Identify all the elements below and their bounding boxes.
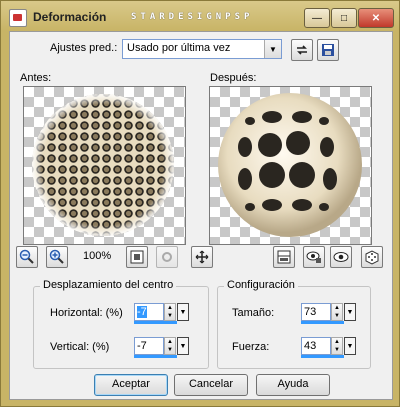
app-icon — [9, 9, 27, 27]
vertical-input[interactable]: -7 — [134, 337, 164, 355]
before-image — [32, 94, 174, 236]
preview-toggle-button[interactable] — [156, 246, 178, 268]
horizontal-label: Horizontal: (%) — [50, 307, 123, 319]
proof-button[interactable] — [330, 246, 352, 268]
presets-value: Usado por última vez — [127, 42, 231, 54]
size-range-bar — [301, 321, 344, 324]
size-input[interactable]: 73 — [301, 303, 331, 321]
zoom-in-icon — [49, 249, 64, 264]
size-slider-button[interactable]: ▼ — [344, 303, 356, 321]
minimize-button[interactable]: — — [304, 8, 330, 28]
chevron-down-icon[interactable]: ▼ — [264, 40, 281, 58]
window-title: Deformación — [33, 10, 107, 24]
layout-icon — [277, 250, 291, 264]
vertical-range-bar — [134, 355, 177, 358]
move-arrows-icon — [195, 250, 209, 264]
save-preset-button[interactable] — [317, 39, 339, 61]
zoom-out-icon — [19, 249, 34, 264]
ok-button[interactable]: Aceptar — [94, 374, 168, 396]
presets-label: Ajustes pred.: — [50, 42, 118, 54]
maximize-button[interactable]: □ — [331, 8, 357, 28]
configuration-title: Configuración — [224, 279, 298, 291]
horizontal-range-bar — [134, 321, 177, 324]
gear-icon — [162, 252, 172, 262]
strength-range-bar — [301, 355, 344, 358]
horizontal-spin-arrows[interactable]: ▲ ▼ — [164, 303, 176, 321]
title-bar[interactable]: Deformación STARDESIGNPSP — □ ✕ — [1, 1, 399, 31]
horizontal-slider-button[interactable]: ▼ — [177, 303, 189, 321]
before-label: Antes: — [20, 72, 52, 84]
presets-dropdown[interactable]: Usado por última vez ▼ — [122, 39, 282, 59]
size-spin-arrows[interactable]: ▲ ▼ — [331, 303, 343, 321]
strength-spin-arrows[interactable]: ▲ ▼ — [331, 337, 343, 355]
fit-to-window-button[interactable] — [126, 246, 148, 268]
strength-slider-button[interactable]: ▼ — [344, 337, 356, 355]
zoom-level: 100% — [83, 250, 112, 262]
randomize-button[interactable] — [361, 246, 383, 268]
floppy-disk-icon — [322, 44, 334, 56]
horizontal-input[interactable]: -7 — [134, 303, 164, 321]
cancel-button[interactable]: Cancelar — [174, 374, 248, 396]
dialog-window: Deformación STARDESIGNPSP — □ ✕ Ajustes … — [0, 0, 400, 407]
close-button[interactable]: ✕ — [358, 8, 394, 28]
center-offset-group: Desplazamiento del centro Horizontal: (%… — [33, 279, 209, 369]
size-label: Tamaño: — [232, 307, 275, 319]
after-image — [218, 93, 362, 237]
dice-icon — [365, 250, 379, 265]
center-offset-title: Desplazamiento del centro — [40, 279, 177, 291]
zoom-in-button[interactable] — [46, 246, 68, 268]
configuration-group: Configuración Tamaño: 73 ▲ ▼ ▼ Fuerza: 43… — [217, 279, 371, 369]
strength-input[interactable]: 43 — [301, 337, 331, 355]
vertical-spin-arrows[interactable]: ▲ ▼ — [164, 337, 176, 355]
preview-layout-button[interactable] — [273, 246, 295, 268]
zoom-out-button[interactable] — [16, 246, 38, 268]
brand-watermark: STARDESIGNPSP — [131, 12, 254, 22]
pan-button[interactable] — [191, 246, 213, 268]
reset-preset-button[interactable] — [291, 39, 313, 61]
vertical-label: Vertical: (%) — [50, 341, 110, 353]
strength-label: Fuerza: — [232, 341, 270, 353]
before-preview[interactable] — [23, 86, 186, 245]
eye-lock-icon — [306, 251, 321, 263]
after-preview[interactable] — [209, 86, 372, 245]
after-label: Después: — [210, 72, 257, 84]
eye-icon — [333, 252, 349, 262]
fit-window-icon — [130, 250, 144, 264]
proof-lock-button[interactable] — [303, 246, 325, 268]
help-button[interactable]: Ayuda — [256, 374, 330, 396]
dialog-body: Ajustes pred.: Usado por última vez ▼ An… — [9, 31, 393, 400]
vertical-slider-button[interactable]: ▼ — [177, 337, 189, 355]
swap-arrows-icon — [297, 45, 307, 55]
